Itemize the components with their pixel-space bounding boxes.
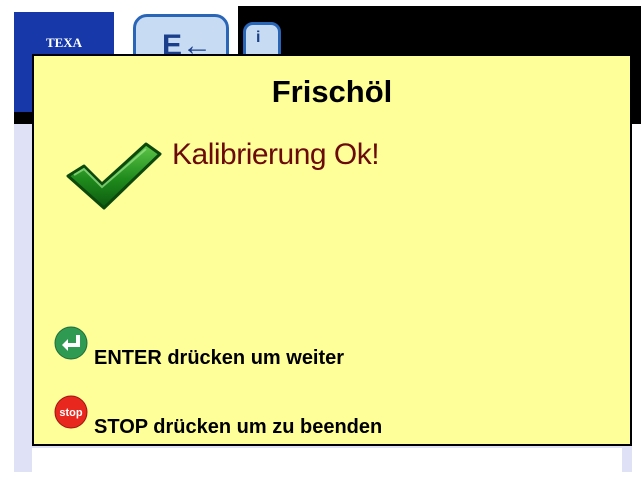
stop-icon: stop bbox=[54, 395, 88, 429]
stop-hint-label: STOP drücken um zu beenden bbox=[94, 415, 383, 438]
stop-hint: stop STOP drücken um zu beenden bbox=[54, 395, 382, 438]
status-message: Kalibrierung Ok! bbox=[172, 138, 380, 171]
dialog-title: Frischöl bbox=[271, 74, 393, 109]
enter-hint-label: ENTER drücken um weiter bbox=[94, 346, 345, 369]
checkmark-icon bbox=[66, 142, 162, 210]
calibration-dialog: Frischöl Kalibrierung Ok! ENTER drücken … bbox=[32, 54, 632, 446]
content-panel-inner bbox=[32, 448, 622, 472]
enter-icon bbox=[54, 326, 88, 360]
stop-icon-text: stop bbox=[59, 407, 83, 419]
screen: TEXA E← i Frischöl Kalibrierung Ok! ENTE… bbox=[0, 0, 641, 483]
enter-hint: ENTER drücken um weiter bbox=[54, 326, 344, 369]
info-icon: i bbox=[256, 29, 261, 46]
logo-text: TEXA bbox=[45, 35, 83, 50]
